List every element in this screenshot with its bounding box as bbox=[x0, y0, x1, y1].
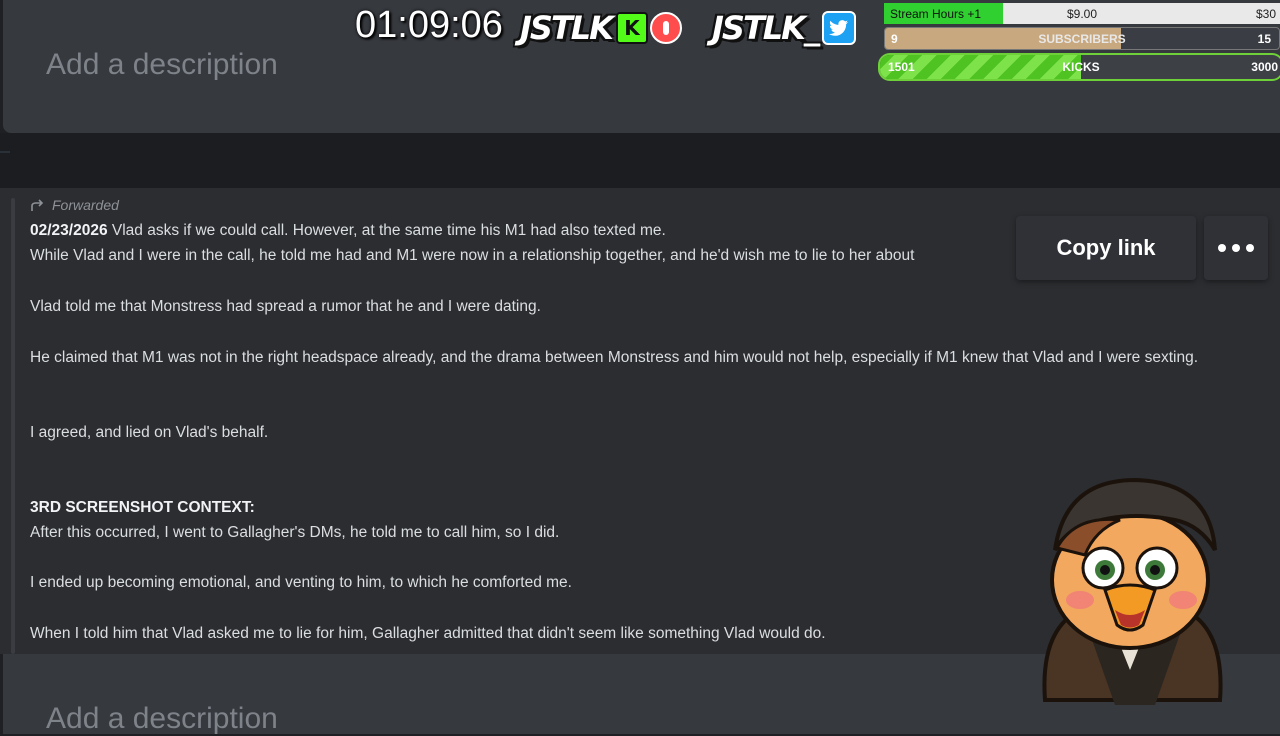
forwarded-text: Forwarded bbox=[52, 197, 119, 213]
forward-quote-bar bbox=[11, 198, 15, 654]
message-line-1: 02/23/2026 Vlad asks if we could call. H… bbox=[30, 222, 666, 240]
stream-goals: Stream Hours +1 $9.00 $30 9 SUBSCRIBERS … bbox=[878, 3, 1280, 84]
kicks-goal: 1501 KICKS 3000 bbox=[878, 53, 1280, 81]
kicks-label: KICKS bbox=[1062, 60, 1100, 74]
message-line-7: I ended up becoming emotional, and venti… bbox=[30, 574, 572, 591]
forward-arrow-icon bbox=[31, 199, 44, 211]
message-line-8: When I told him that Vlad asked me to li… bbox=[30, 625, 826, 642]
message-line-1-text: Vlad asks if we could call. However, at … bbox=[107, 222, 666, 239]
message-line-4: He claimed that M1 was not in the right … bbox=[30, 349, 1199, 366]
subscribers-goal: 9 SUBSCRIBERS 15 bbox=[884, 27, 1280, 50]
message-line-2: While Vlad and I were in the call, he to… bbox=[30, 247, 915, 264]
more-dot bbox=[1246, 244, 1254, 252]
description-input-top[interactable]: Add a description bbox=[46, 48, 278, 82]
kick-icon: K bbox=[615, 12, 648, 44]
stream-timer: 01:09:06 bbox=[355, 4, 503, 46]
copy-link-button[interactable]: Copy link bbox=[1016, 216, 1196, 280]
subscribers-label: SUBSCRIBERS bbox=[1038, 32, 1126, 46]
brand-twitter: JSTLK_ bbox=[712, 9, 856, 47]
kicks-max: 3000 bbox=[1251, 60, 1278, 74]
streamer-mascot-avatar bbox=[1042, 477, 1223, 705]
message-heading: 3RD SCREENSHOT CONTEXT: bbox=[30, 499, 255, 517]
brand-kick-text: JSTLK bbox=[520, 9, 614, 47]
stream-hours-label: Stream Hours +1 bbox=[890, 7, 982, 21]
more-options-button[interactable] bbox=[1204, 216, 1268, 280]
live-icon bbox=[649, 12, 682, 44]
heading-text: 3RD SCREENSHOT CONTEXT: bbox=[30, 499, 255, 516]
stream-hours-goal: Stream Hours +1 $9.00 $30 bbox=[884, 3, 1280, 24]
description-input-bottom[interactable]: Add a description bbox=[46, 702, 278, 736]
forwarded-label: Forwarded bbox=[30, 197, 119, 213]
more-dot bbox=[1232, 244, 1240, 252]
more-options-icon bbox=[1218, 244, 1226, 252]
message-line-6: After this occurred, I went to Gallagher… bbox=[30, 524, 560, 541]
message-line-3: Vlad told me that Monstress had spread a… bbox=[30, 298, 541, 315]
message-hover-actions: Copy link bbox=[1016, 216, 1268, 280]
brand-twitter-text: JSTLK_ bbox=[712, 9, 820, 47]
stream-hours-amount: $9.00 bbox=[1067, 7, 1098, 21]
stream-hours-max: $30 bbox=[1255, 7, 1276, 21]
message-line-5: I agreed, and lied on Vlad's behalf. bbox=[30, 424, 269, 441]
divider-strip bbox=[0, 133, 1280, 188]
subscribers-max: 15 bbox=[1257, 32, 1271, 46]
divider-tick bbox=[0, 151, 10, 153]
twitter-icon bbox=[821, 11, 856, 45]
brand-kick: JSTLK K bbox=[520, 9, 682, 47]
message-date: 02/23/2026 bbox=[30, 222, 108, 239]
